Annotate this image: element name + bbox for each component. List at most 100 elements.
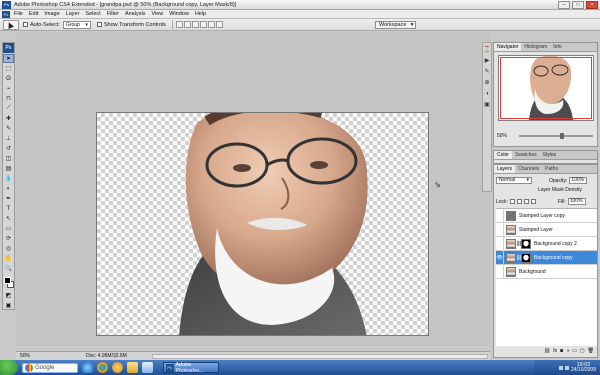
menu-window[interactable]: Window xyxy=(169,11,189,17)
maximize-button[interactable]: □ xyxy=(572,1,584,9)
auto-select-checkbox[interactable] xyxy=(23,22,28,27)
align-top-icon[interactable] xyxy=(175,21,183,28)
quick-mask-icon[interactable]: ◩ xyxy=(3,291,14,300)
layer-mask-thumbnail[interactable] xyxy=(521,238,531,249)
eye-icon[interactable]: 👁 xyxy=(496,250,504,265)
align-bottom-icon[interactable] xyxy=(191,21,199,28)
layer-visibility-toggle[interactable] xyxy=(496,264,504,279)
chrome-icon[interactable] xyxy=(97,362,108,373)
new-group-icon[interactable]: ▭ xyxy=(572,348,577,356)
google-search-box[interactable]: Google xyxy=(22,362,78,373)
navigator-zoom-slider[interactable] xyxy=(519,132,593,139)
type-tool-icon[interactable]: T xyxy=(3,204,14,213)
path-select-icon[interactable]: ↖ xyxy=(3,214,14,223)
menu-layer[interactable]: Layer xyxy=(66,11,80,17)
gradient-tool-icon[interactable]: ▤ xyxy=(3,164,14,173)
healing-brush-icon[interactable]: ✚ xyxy=(3,114,14,123)
lock-all-icon[interactable] xyxy=(530,199,536,204)
start-button[interactable] xyxy=(0,360,18,375)
tab-paths[interactable]: Paths xyxy=(542,165,561,173)
adjustments-icon[interactable]: ◑ xyxy=(483,90,491,98)
tab-channels[interactable]: Channels xyxy=(515,165,542,173)
layer-visibility-toggle[interactable] xyxy=(496,222,504,237)
adjustment-layer-icon[interactable]: ◑ xyxy=(566,348,569,356)
menu-filter[interactable]: Filter xyxy=(107,11,119,17)
lock-transparency-icon[interactable] xyxy=(509,199,515,204)
3d-rotate-icon[interactable]: ⟳ xyxy=(3,234,14,243)
delete-layer-icon[interactable]: 🗑 xyxy=(588,348,594,356)
move-tool-preset-icon[interactable] xyxy=(3,19,19,30)
layer-row[interactable]: ⛓ Background copy 2 xyxy=(496,236,597,251)
media-player-icon[interactable] xyxy=(112,362,123,373)
new-layer-icon[interactable]: ▢ xyxy=(580,348,585,356)
lasso-tool-icon[interactable]: ʘ xyxy=(3,74,14,83)
clone-stamp-icon[interactable]: ⊥ xyxy=(3,134,14,143)
screen-mode-icon[interactable]: ▣ xyxy=(3,301,14,310)
eraser-tool-icon[interactable]: ◫ xyxy=(3,154,14,163)
eyedropper-tool-icon[interactable]: ⟋ xyxy=(3,104,14,113)
move-tool-icon[interactable]: ➤ xyxy=(3,54,14,63)
quick-select-tool-icon[interactable]: ⌁ xyxy=(3,84,14,93)
lock-position-icon[interactable] xyxy=(523,199,529,204)
navigator-thumbnail[interactable] xyxy=(498,55,594,121)
layer-row[interactable]: Stamped Layer copy xyxy=(496,208,597,223)
masks-icon[interactable]: ▣ xyxy=(483,101,491,109)
menu-select[interactable]: Select xyxy=(85,11,100,17)
crop-tool-icon[interactable]: ⊓ xyxy=(3,94,14,103)
blend-mode-select[interactable]: Normal xyxy=(496,177,532,184)
link-layers-icon[interactable]: ⛓ xyxy=(544,348,550,356)
auto-select-dropdown[interactable]: Group xyxy=(62,20,91,29)
zoom-slider-knob[interactable] xyxy=(559,132,564,139)
zoom-tool-icon[interactable]: 🔍 xyxy=(3,264,14,273)
brushes-panel-icon[interactable]: ✎ xyxy=(483,68,491,76)
layer-row[interactable]: Background xyxy=(496,264,597,279)
navigator-view-box[interactable] xyxy=(500,57,592,119)
3d-orbit-icon[interactable]: ◎ xyxy=(3,244,14,253)
marquee-tool-icon[interactable]: ⬚ xyxy=(3,64,14,73)
opacity-field[interactable]: 100% xyxy=(569,177,588,184)
fill-field[interactable]: 100% xyxy=(567,198,586,205)
pen-tool-icon[interactable]: ✒ xyxy=(3,194,14,203)
clock[interactable]: 19:02 24/10/2009 xyxy=(571,362,596,373)
tab-histogram[interactable]: Histogram xyxy=(521,43,550,51)
mail-icon[interactable] xyxy=(142,362,153,373)
color-swatches[interactable] xyxy=(3,276,14,290)
clone-source-icon[interactable]: ⊕ xyxy=(483,79,491,87)
folder-icon[interactable] xyxy=(127,362,138,373)
brush-tool-icon[interactable]: ✎ xyxy=(3,124,14,133)
dodge-tool-icon[interactable]: ◐ xyxy=(3,184,14,193)
minimize-button[interactable]: – xyxy=(558,1,570,9)
layer-mask-thumbnail[interactable] xyxy=(521,252,531,263)
foreground-color[interactable] xyxy=(4,277,11,284)
shape-tool-icon[interactable]: ▭ xyxy=(3,224,14,233)
tab-layers[interactable]: Layers xyxy=(494,165,516,173)
menu-file[interactable]: File xyxy=(14,11,23,17)
hand-tool-icon[interactable]: ✋ xyxy=(3,254,14,263)
workspace-switcher[interactable]: Workspace xyxy=(375,21,417,29)
close-button[interactable]: × xyxy=(586,1,598,9)
tab-color[interactable]: Color xyxy=(494,151,512,159)
image-canvas[interactable] xyxy=(96,112,429,336)
menu-analysis[interactable]: Analysis xyxy=(125,11,145,17)
internet-explorer-icon[interactable] xyxy=(82,362,93,373)
actions-panel-icon[interactable]: ▶ xyxy=(483,57,491,65)
layer-row[interactable]: Stamped Layer xyxy=(496,222,597,237)
align-right-icon[interactable] xyxy=(215,21,223,28)
menu-edit[interactable]: Edit xyxy=(29,11,38,17)
layer-visibility-toggle[interactable] xyxy=(496,208,504,223)
network-icon[interactable] xyxy=(558,365,563,370)
menu-image[interactable]: Image xyxy=(44,11,59,17)
tab-info[interactable]: Info xyxy=(550,43,564,51)
align-center-icon[interactable] xyxy=(207,21,215,28)
align-middle-icon[interactable] xyxy=(183,21,191,28)
history-panel-icon[interactable]: ⌛ xyxy=(483,46,491,54)
tab-swatches[interactable]: Swatches xyxy=(512,151,540,159)
lock-pixels-icon[interactable] xyxy=(516,199,522,204)
photoshop-taskbar-button[interactable]: Ps Adobe Photosho... xyxy=(163,362,219,374)
navigator-zoom-value[interactable]: 50% xyxy=(497,133,507,139)
horizontal-scrollbar[interactable] xyxy=(152,354,488,359)
show-transform-checkbox[interactable] xyxy=(96,22,102,27)
layer-style-icon[interactable]: fx xyxy=(553,348,557,356)
volume-icon[interactable] xyxy=(564,365,569,370)
layer-row-selected[interactable]: 👁 ⛓ Background copy xyxy=(496,250,597,265)
